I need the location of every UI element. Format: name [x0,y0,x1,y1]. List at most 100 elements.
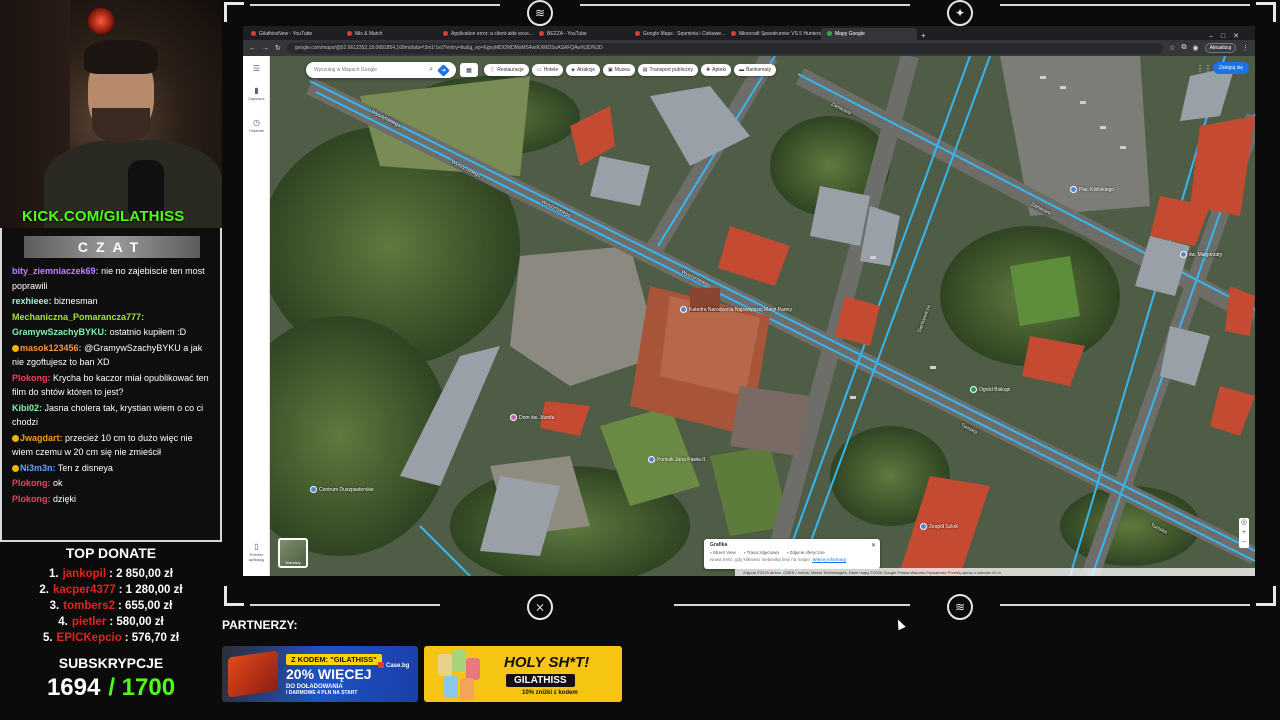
map-poi[interactable]: Ogród Biskupi [970,386,1010,393]
zoom-out-button[interactable]: − [1239,538,1249,548]
my-location-icon[interactable]: ◎ [1239,518,1249,528]
map-poi[interactable]: Centrum Duszpasterskie [310,486,374,493]
street-card-item[interactable]: Zdjęcie sferyczne [787,550,825,555]
chat-text: ostatnio kupiłem :D [109,327,187,337]
update-button[interactable]: Aktualizuj [1204,43,1236,53]
map-poi[interactable]: Plac Kilińskiego [1070,186,1114,193]
browser-tab[interactable]: Mapy Google [821,28,917,40]
frame-line [250,604,440,606]
zoom-in-button[interactable]: + [1239,528,1249,538]
sponsor-logo-icon: ≋ [947,594,973,620]
search-icon[interactable]: ⌕ [429,66,433,74]
kick-channel-link: KICK.COM/GILATHISS [22,208,185,225]
can-icon [460,678,474,700]
chat-username[interactable]: rexhieee: [12,296,52,306]
forward-icon[interactable]: → [262,45,269,52]
directions-icon[interactable]: ➔ [437,63,450,77]
category-chip[interactable]: 🍴 Restauracje [484,64,529,76]
top-donate-list: 1. jankopil: 2 850,00 zł 2. kacper4377: 1 2… [0,566,222,646]
rail-saved[interactable]: ▮ Zapisane [243,86,270,101]
close-icon[interactable]: ✕ [871,542,876,549]
map-poi[interactable]: Pomnik Jana Pawła II [648,456,705,463]
sponsor-banner-casebug[interactable]: Z KODEM: "GILATHISS" 20% WIĘCEJ DO DOŁAD… [222,646,418,702]
satellite-map[interactable]: Wyszyńskiego Wyszyńskiego Wyszyńskiego W… [243,51,1255,576]
donate-amount: : 576,70 zł [124,632,180,644]
map-poi[interactable]: Dom św. Józefa [510,414,554,421]
map-pin-icon [680,306,687,313]
map-poi[interactable]: Zespół Szkół [920,523,958,530]
map-poi[interactable]: św. Małgorzaty [1180,251,1222,258]
chat-username[interactable]: Jwagdart: [20,433,63,443]
street-card-item[interactable]: Trasa zdjęciowa [744,550,779,555]
reload-icon[interactable]: ↻ [275,44,281,52]
chat-username[interactable]: Ni3m3n: [20,463,56,473]
banner-code: GILATHISS [506,674,575,687]
chat-message: Ni3m3n: Ten z disneya [12,461,212,476]
window-controls[interactable]: –□✕ [1209,32,1255,40]
category-chip[interactable]: ✚ Apteki [700,64,732,76]
profile-icon[interactable]: ◉ [1192,44,1198,52]
layers-toggle[interactable]: Warstwy [278,538,308,568]
rail-recent[interactable]: ◷ Ostatnie [243,118,270,133]
maps-search-box[interactable]: Wyszukaj w Mapach Google ⌕ ➔ [306,62,456,78]
signin-button[interactable]: Zaloguj się [1212,62,1249,74]
chat-username[interactable]: masok123456: [20,343,82,353]
chat-username[interactable]: Plokong: [12,478,51,488]
browser-tab[interactable]: Application error: a client-side exce... [437,28,533,40]
map-layers-button[interactable]: ▦ [460,63,478,77]
category-chip[interactable]: ▤ Transport publiczny [637,64,698,76]
chip-label: Hotele [543,67,559,73]
poi-label: Plac Kilińskiego [1079,186,1115,193]
sub-badge-icon [12,344,19,352]
apps-grid-icon[interactable]: ⋮⋮ [1196,64,1212,73]
donate-row: 2. kacper4377: 1 280,00 zł [0,582,222,598]
kick-domain: KICK.COM/ [22,208,104,225]
chat-username[interactable]: Kibi02: [12,403,42,413]
url-field[interactable]: google.com/maps/@52.6612352,19.0681854,1… [286,42,1164,54]
browser-tab[interactable]: Mix & Match [341,28,437,40]
rail-get-app[interactable]: ▯ Pobierz aplikację [243,542,270,562]
target-icon: ✦ [947,0,973,26]
street-card-item[interactable]: Street View [710,550,736,555]
map-pin-icon [310,486,317,493]
chat-username[interactable]: Mechaniczna_Pomarancza777: [12,312,144,322]
back-icon[interactable]: ← [249,45,256,52]
chat-username[interactable]: bity_ziemniaczek69: [12,266,99,276]
poi-label: Pomnik Jana Pawła II [657,456,706,463]
chip-icon: ▣ [608,67,613,73]
new-tab-button[interactable]: + [921,31,926,40]
browser-tab[interactable]: BEZZA - YouTube [533,28,629,40]
chat-username[interactable]: Plokong: [12,373,51,383]
webcam-feed: KICK.COM/GILATHISS [0,0,222,228]
search-input[interactable]: Wyszukaj w Mapach Google [314,67,426,73]
tab-favicon-icon [731,31,736,36]
browser-tab[interactable]: Google Maps - Sqaminia i Ciekawe... [629,28,725,40]
sponsor-banner-holysht[interactable]: HOLY SH*T! GILATHISS 10% zniżki z kodem [424,646,622,702]
mouse-cursor-icon [894,617,906,631]
chat-username[interactable]: Plokong: [12,494,51,504]
browser-tab[interactable]: GilathissNew - YouTube [245,28,341,40]
poi-label: Katedra Narodzenia Najświętszej Maryi Pa… [689,306,792,313]
tab-label: Mapy Google [835,31,865,37]
menu-icon[interactable]: ⋮ [1242,44,1249,52]
street-card-title: Grafika [710,542,728,548]
chat-message: rexhieee: biznesman [12,294,212,309]
can-icon [452,650,466,672]
donate-amount: : 655,00 zł [118,600,173,612]
streamer-hair [84,40,158,74]
map-poi[interactable]: Katedra Narodzenia Najświętszej Maryi Pa… [680,306,792,313]
menu-icon[interactable]: ☰ [243,64,270,74]
chip-label: Atrakcje [576,67,596,73]
donate-user: EPICKepcio [56,632,122,644]
tab-label: Mix & Match [355,31,383,37]
category-chip[interactable]: ▭ Hotele [531,64,564,76]
extensions-icon[interactable]: ⧉ [1181,44,1186,52]
category-chip[interactable]: ◈ Atrakcje [566,64,601,76]
more-info-link[interactable]: Więcej informacji [812,557,846,562]
browser-tab[interactable]: Minecraft Speedrunner VS 5 Hunters [725,28,821,40]
chat-username[interactable]: GramywSzachyBYKU: [12,327,107,337]
category-chip[interactable]: ▣ Muzea [603,64,635,76]
bookmark-star-icon[interactable]: ☆ [1169,44,1175,52]
category-chip[interactable]: ▬ Bankomaty [734,64,777,76]
donate-rank: 2. [39,584,49,596]
